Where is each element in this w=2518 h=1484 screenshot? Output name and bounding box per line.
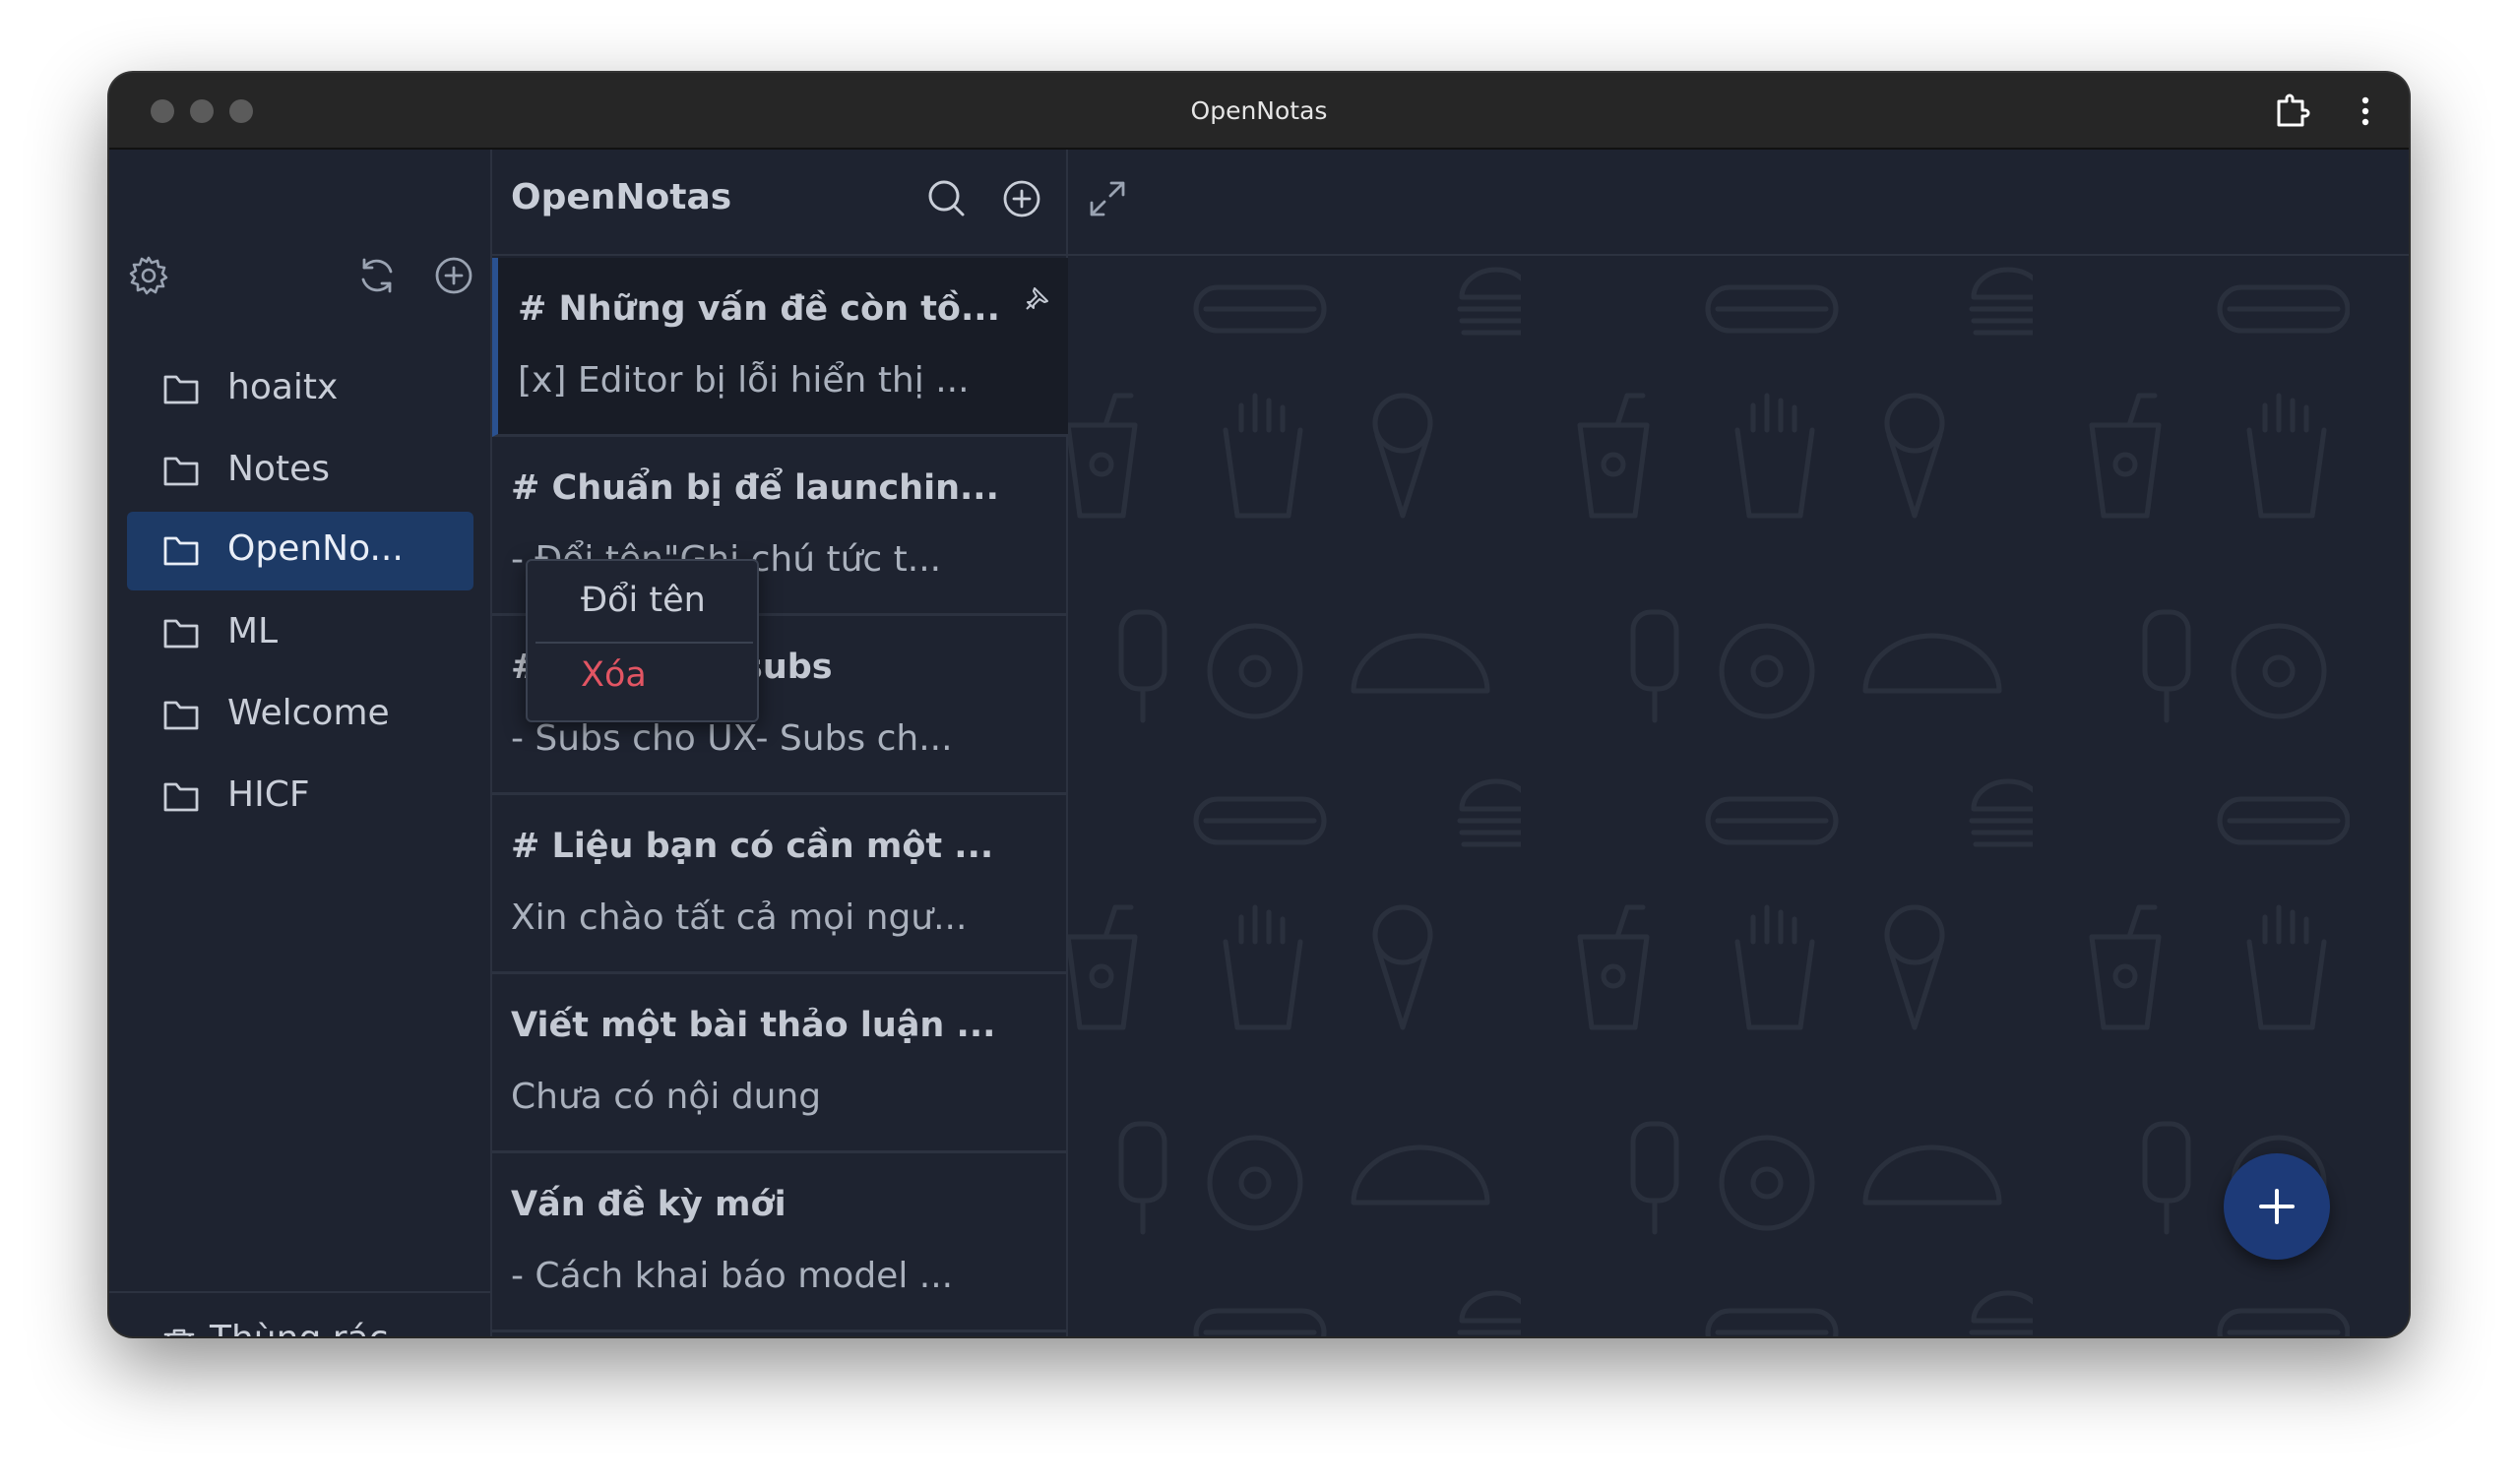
note-item[interactable]: Vấn đề kỳ mới - Cách khai báo model ... — [492, 1153, 1068, 1332]
editor-panel — [1068, 150, 2409, 1336]
add-note-icon[interactable] — [1000, 177, 1043, 220]
note-item[interactable]: # Liệu bạn có cần một ... Xin chào tất c… — [492, 795, 1068, 974]
note-title: # Những vấn đề còn tồ... — [518, 289, 1000, 329]
more-vertical-icon[interactable] — [2346, 92, 2385, 131]
note-preview: Xin chào tất cả mọi ngư... — [511, 897, 968, 938]
note-preview: - Subs cho UX- Subs ch... — [511, 718, 953, 759]
folders-sidebar: hoaitx Notes OpenNo... ML Welcome HICF T — [109, 150, 492, 1336]
notes-panel-title: OpenNotas — [511, 177, 732, 217]
note-title: # Liệu bạn có cần một ... — [511, 827, 994, 866]
folder-icon — [163, 457, 199, 486]
expand-icon[interactable] — [1086, 177, 1129, 220]
note-title: Viết một bài thảo luận ... — [511, 1006, 996, 1045]
trash-icon — [163, 1329, 195, 1336]
folder-icon — [163, 619, 199, 649]
delete-menu-item[interactable]: Xóa — [581, 655, 647, 695]
folder-label: Welcome — [227, 693, 390, 733]
note-item[interactable]: Viết một bài thảo luận ... Chưa có nội d… — [492, 974, 1068, 1153]
sync-icon[interactable] — [355, 254, 399, 297]
folder-icon — [163, 782, 199, 812]
editor-header — [1068, 150, 2409, 256]
folder-item-hoaitx[interactable]: hoaitx — [127, 350, 473, 429]
note-title: Vấn đề kỳ mới — [511, 1185, 787, 1224]
note-preview: [x] Editor bị lỗi hiển thị ... — [518, 360, 970, 401]
pin-icon[interactable] — [1025, 285, 1050, 311]
folder-context-menu: Đổi tên Xóa — [526, 559, 759, 722]
folder-icon — [163, 536, 199, 566]
trash-label: Thùng rác — [210, 1319, 388, 1336]
window-title: OpenNotas — [1190, 96, 1328, 125]
folder-label: ML — [227, 611, 279, 651]
notes-list-panel: OpenNotas # Những vấn đề còn tồ... [x] E… — [492, 150, 1068, 1336]
note-preview: - Cách khai báo model ... — [511, 1256, 954, 1296]
folder-label: OpenNo... — [227, 528, 404, 569]
folder-label: hoaitx — [227, 367, 339, 407]
folder-item-welcome[interactable]: Welcome — [127, 676, 473, 755]
folder-icon — [163, 375, 199, 404]
note-preview: Chưa có nội dung — [511, 1077, 822, 1117]
menu-separator — [535, 642, 753, 644]
folder-label: Notes — [227, 449, 330, 489]
add-folder-icon[interactable] — [432, 254, 475, 297]
folder-icon — [163, 701, 199, 730]
folder-label: HICF — [227, 774, 310, 815]
folder-item-notes[interactable]: Notes — [127, 432, 473, 511]
plus-icon — [2259, 1189, 2295, 1224]
search-icon[interactable] — [925, 177, 969, 220]
settings-gear-icon[interactable] — [127, 254, 170, 297]
folder-item-ml[interactable]: ML — [127, 594, 473, 673]
note-item[interactable]: # Những vấn đề còn tồ... [x] Editor bị l… — [492, 258, 1068, 437]
rename-menu-item[interactable]: Đổi tên — [581, 581, 706, 620]
extension-icon[interactable] — [2273, 92, 2312, 131]
sidebar-divider — [109, 1291, 492, 1293]
folder-item-hicf[interactable]: HICF — [127, 758, 473, 836]
add-note-fab-button[interactable] — [2224, 1153, 2330, 1260]
title-bar: OpenNotas — [109, 73, 2409, 150]
folder-item-opennotas[interactable]: OpenNo... — [127, 512, 473, 590]
app-window: OpenNotas hoaitx Notes OpenNo... ML Welc… — [109, 73, 2409, 1336]
food-pattern-background — [1068, 258, 2350, 1336]
notes-header: OpenNotas — [492, 150, 1068, 256]
note-title: # Chuẩn bị để launchin... — [511, 468, 999, 508]
